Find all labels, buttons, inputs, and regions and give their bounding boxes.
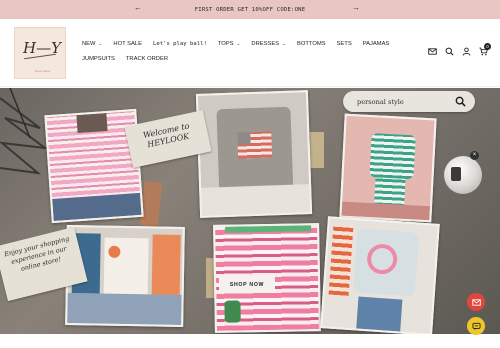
search-placeholder: personal style xyxy=(357,97,404,106)
close-icon[interactable]: × xyxy=(470,151,479,160)
nav-item-tops[interactable]: TOPS ⌄ xyxy=(218,41,241,47)
announcement-bar: ← FIRST ORDER GET 10%OFF CODE:ONE → xyxy=(0,0,500,19)
product-photo-peace-tee xyxy=(320,216,440,334)
shop-now-button[interactable]: SHOP NOW xyxy=(219,276,275,293)
chat-icon xyxy=(471,322,481,330)
nav-item-lets-play-ball[interactable]: Let's play ball! xyxy=(153,41,207,47)
tape-decoration xyxy=(139,181,163,227)
nav-row-2: JUMPSUITS TRACK ORDER xyxy=(82,54,412,64)
hero-search-bar[interactable]: personal style xyxy=(343,91,475,112)
chevron-down-icon: ⌄ xyxy=(98,41,103,46)
nav-item-bottoms[interactable]: BOTTOMS xyxy=(297,41,326,47)
logo-subtitle: boutique xyxy=(35,69,51,73)
site-header: H—Y boutique NEW ⌄ HOT SALE Let's play ba… xyxy=(0,19,500,87)
mail-icon[interactable] xyxy=(428,47,437,56)
product-photo-flag-tee xyxy=(195,90,313,218)
main-nav: NEW ⌄ HOT SALE Let's play ball! TOPS ⌄ DRE… xyxy=(82,39,412,64)
arrow-left-icon[interactable]: ← xyxy=(134,3,142,12)
chevron-down-icon: ⌄ xyxy=(282,41,286,46)
nav-item-jumpsuits[interactable]: JUMPSUITS xyxy=(82,56,115,62)
header-icons: 0 xyxy=(420,43,491,56)
nav-item-sets[interactable]: SETS xyxy=(337,41,352,47)
search-icon[interactable] xyxy=(455,96,466,107)
product-photo-green-set xyxy=(339,113,437,223)
chevron-down-icon: ⌄ xyxy=(236,41,241,46)
cart-icon[interactable]: 0 xyxy=(479,43,491,56)
brand-logo[interactable]: H—Y boutique xyxy=(14,27,66,79)
nav-item-new[interactable]: NEW ⌄ xyxy=(82,41,102,47)
mail-icon xyxy=(471,298,481,306)
nav-row-1: NEW ⌄ HOT SALE Let's play ball! TOPS ⌄ DRE… xyxy=(82,39,412,49)
search-icon[interactable] xyxy=(445,47,454,56)
promo-bubble[interactable] xyxy=(444,156,482,194)
chat-button[interactable] xyxy=(467,317,485,335)
nav-item-dresses[interactable]: DRESSES ⌄ xyxy=(251,41,286,47)
arrow-right-icon[interactable]: → xyxy=(352,3,360,12)
cart-count-badge: 0 xyxy=(484,43,491,50)
tape-decoration xyxy=(310,132,324,168)
announcement-text: FIRST ORDER GET 10%OFF CODE:ONE xyxy=(194,6,306,13)
product-jar-icon xyxy=(451,167,461,181)
hero-banner: Welcome to HEYLOOK Enjoy your shopping e… xyxy=(0,88,500,334)
account-icon[interactable] xyxy=(462,47,471,56)
nav-item-track-order[interactable]: TRACK ORDER xyxy=(126,56,168,62)
nav-item-hot-sale[interactable]: HOT SALE xyxy=(113,41,142,47)
email-signup-button[interactable] xyxy=(467,293,485,311)
nav-item-pajamas[interactable]: PAJAMAS xyxy=(363,41,390,47)
